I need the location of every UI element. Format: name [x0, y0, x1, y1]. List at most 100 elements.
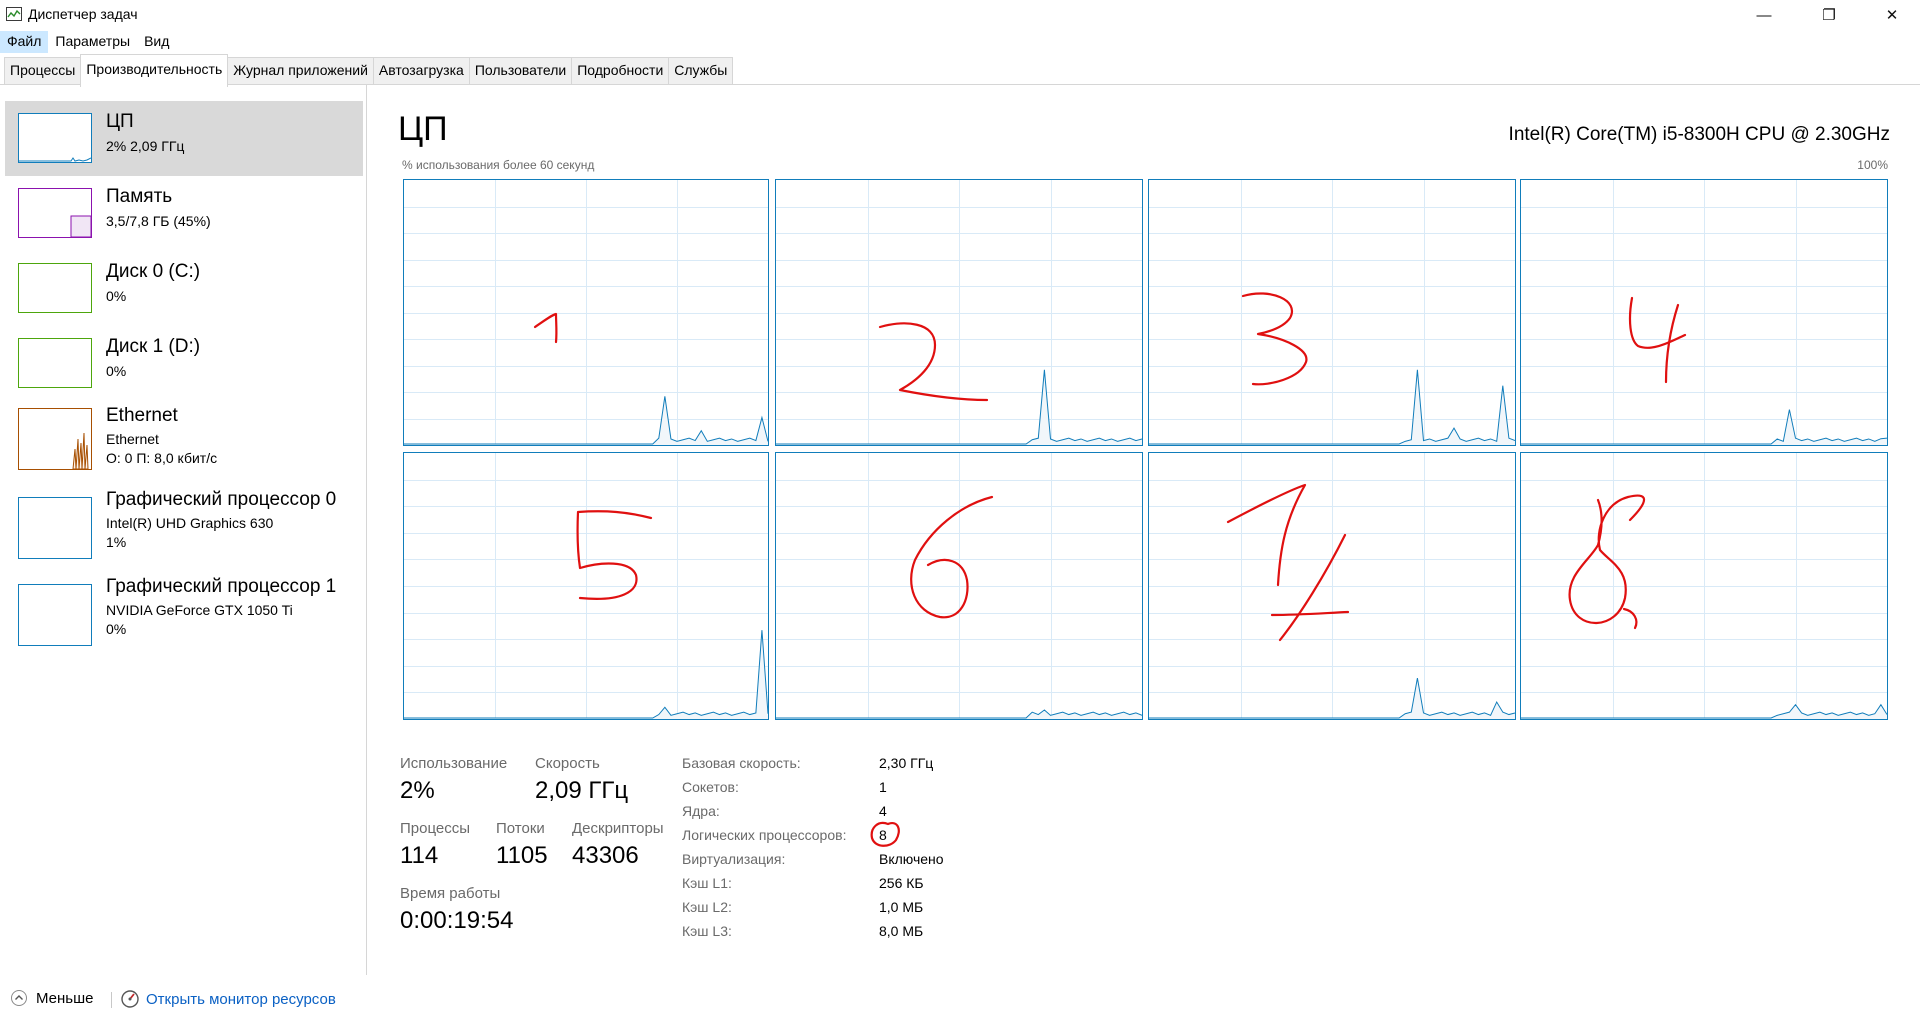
threads-label: Потоки [496, 820, 545, 837]
logical-cpu-graph-7 [1148, 452, 1516, 720]
tab-app-history[interactable]: Журнал приложений [227, 57, 374, 84]
minimize-button[interactable]: — [1736, 0, 1792, 30]
logical-cpu-graph-8 [1520, 452, 1888, 720]
sidebar-item-disk-0[interactable]: Диск 0 (C:) 0% [5, 251, 363, 326]
open-resource-monitor-label: Открыть монитор ресурсов [146, 990, 336, 1008]
memory-thumbnail-graph [18, 188, 92, 238]
spec-base-speed-value: 2,30 ГГц [879, 755, 934, 771]
resource-sidebar: ЦП 2% 2,09 ГГц Память 3,5/7,8 ГБ (45%) Д… [0, 85, 367, 975]
sidebar-item-label: Память [106, 186, 173, 207]
logical-cpu-graph-5 [403, 452, 769, 720]
menu-bar: Файл Параметры Вид [0, 31, 176, 53]
spec-cores-value: 4 [879, 803, 887, 819]
sidebar-item-cpu[interactable]: ЦП 2% 2,09 ГГц [5, 101, 363, 176]
sidebar-item-label: Диск 1 (D:) [106, 336, 201, 357]
sidebar-item-gpu-0[interactable]: Графический процессор 0 Intel(R) UHD Gra… [5, 487, 363, 562]
sidebar-item-detail: 3,5/7,8 ГБ (45%) [106, 213, 211, 229]
spec-sockets-value: 1 [879, 779, 887, 795]
handles-label: Дескрипторы [572, 820, 664, 837]
sidebar-item-detail: Intel(R) UHD Graphics 630 [106, 515, 274, 531]
spec-logical-processors-label: Логических процессоров: [682, 827, 847, 843]
usage-value: 2% [400, 777, 435, 804]
sidebar-item-disk-1[interactable]: Диск 1 (D:) 0% [5, 326, 363, 401]
uptime-value: 0:00:19:54 [400, 907, 514, 934]
spec-virtualization-value: Включено [879, 851, 944, 867]
spec-l3-cache-value: 8,0 МБ [879, 923, 924, 939]
spec-l2-cache-label: Кэш L2: [682, 899, 732, 915]
ethernet-thumbnail-graph [18, 408, 92, 470]
tab-processes[interactable]: Процессы [4, 57, 82, 84]
sidebar-item-usage: 0% [106, 621, 127, 637]
menu-options[interactable]: Параметры [48, 31, 137, 53]
page-title: ЦП [398, 110, 448, 148]
sidebar-item-detail: 0% [106, 288, 127, 304]
sidebar-item-throughput: О: 0 П: 8,0 кбит/с [106, 450, 218, 466]
graph-caption: % использования более 60 секунд [402, 158, 595, 172]
sidebar-item-gpu-1[interactable]: Графический процессор 1 NVIDIA GeForce G… [5, 574, 363, 649]
open-resource-monitor-link[interactable]: Открыть монитор ресурсов [120, 989, 336, 1009]
processes-value: 114 [400, 842, 439, 869]
logical-cpu-graph-2 [775, 179, 1143, 446]
gpu1-thumbnail-graph [18, 584, 92, 646]
spec-virtualization-label: Виртуализация: [682, 851, 786, 867]
cpu-thumbnail-graph [18, 113, 92, 163]
logical-cpu-graph-4 [1520, 179, 1888, 446]
spec-l1-cache-label: Кэш L1: [682, 875, 732, 891]
sidebar-item-detail: NVIDIA GeForce GTX 1050 Ti [106, 602, 293, 618]
spec-sockets-label: Сокетов: [682, 779, 739, 795]
tab-details[interactable]: Подробности [571, 57, 670, 84]
spec-l2-cache-value: 1,0 МБ [879, 899, 924, 915]
sidebar-item-detail: Ethernet [106, 431, 159, 447]
speed-label: Скорость [535, 755, 600, 772]
spec-cores-label: Ядра: [682, 803, 720, 819]
tab-startup[interactable]: Автозагрузка [372, 57, 470, 84]
disk1-thumbnail-graph [18, 338, 92, 388]
processes-label: Процессы [400, 820, 471, 837]
tab-services[interactable]: Службы [668, 57, 734, 84]
sidebar-item-detail: 0% [106, 363, 127, 379]
cpu-usage-graph-canvas [776, 180, 1142, 445]
logical-cpu-graph-1 [403, 179, 769, 446]
spec-l1-cache-value: 256 КБ [879, 875, 924, 891]
footer-bar: Меньше Открыть монитор ресурсов [0, 984, 1920, 1016]
handles-value: 43306 [572, 842, 639, 869]
maximize-button[interactable]: ❐ [1801, 0, 1857, 30]
gpu0-thumbnail-graph [18, 497, 92, 559]
sidebar-item-label: ЦП [106, 111, 134, 132]
close-button[interactable]: ✕ [1864, 0, 1920, 30]
window-title: Диспетчер задач [28, 6, 138, 22]
threads-value: 1105 [496, 842, 548, 869]
tab-performance[interactable]: Производительность [80, 54, 229, 87]
fewer-details-label: Меньше [36, 989, 94, 1007]
disk0-thumbnail-graph [18, 263, 92, 313]
cpu-model-name: Intel(R) Core(TM) i5-8300H CPU @ 2.30GHz [1508, 124, 1890, 145]
menu-file[interactable]: Файл [0, 31, 49, 53]
sidebar-item-detail: 2% 2,09 ГГц [106, 138, 185, 154]
title-bar: Диспетчер задач — ❐ ✕ [0, 0, 1920, 30]
logical-cpu-graph-6 [775, 452, 1143, 720]
spec-l3-cache-label: Кэш L3: [682, 923, 732, 939]
uptime-label: Время работы [400, 885, 501, 902]
spec-base-speed-label: Базовая скорость: [682, 755, 801, 771]
tab-bar: Процессы Производительность Журнал прило… [4, 54, 734, 87]
cpu-usage-graph-canvas [404, 453, 768, 719]
logical-cpu-graph-3 [1148, 179, 1516, 446]
sidebar-item-label: Графический процессор 0 [106, 489, 337, 510]
fewer-details-button[interactable]: Меньше [10, 989, 93, 1007]
cpu-usage-graph-canvas [1521, 453, 1887, 719]
sidebar-item-label: Ethernet [106, 405, 178, 426]
sidebar-item-label: Графический процессор 1 [106, 576, 337, 597]
cpu-usage-graph-canvas [404, 180, 768, 445]
sidebar-item-usage: 1% [106, 534, 127, 550]
cpu-usage-graph-canvas [1521, 180, 1887, 445]
sidebar-item-ethernet[interactable]: Ethernet Ethernet О: 0 П: 8,0 кбит/с [5, 402, 363, 477]
graph-max-label: 100% [1857, 158, 1888, 172]
cpu-usage-graph-canvas [776, 453, 1142, 719]
menu-view[interactable]: Вид [137, 31, 176, 53]
sidebar-item-memory[interactable]: Память 3,5/7,8 ГБ (45%) [5, 176, 363, 251]
task-manager-icon [6, 7, 22, 21]
cpu-usage-graph-canvas [1149, 453, 1515, 719]
footer-separator [111, 992, 112, 1008]
tab-users[interactable]: Пользователи [468, 57, 573, 84]
sidebar-item-label: Диск 0 (C:) [106, 261, 201, 282]
